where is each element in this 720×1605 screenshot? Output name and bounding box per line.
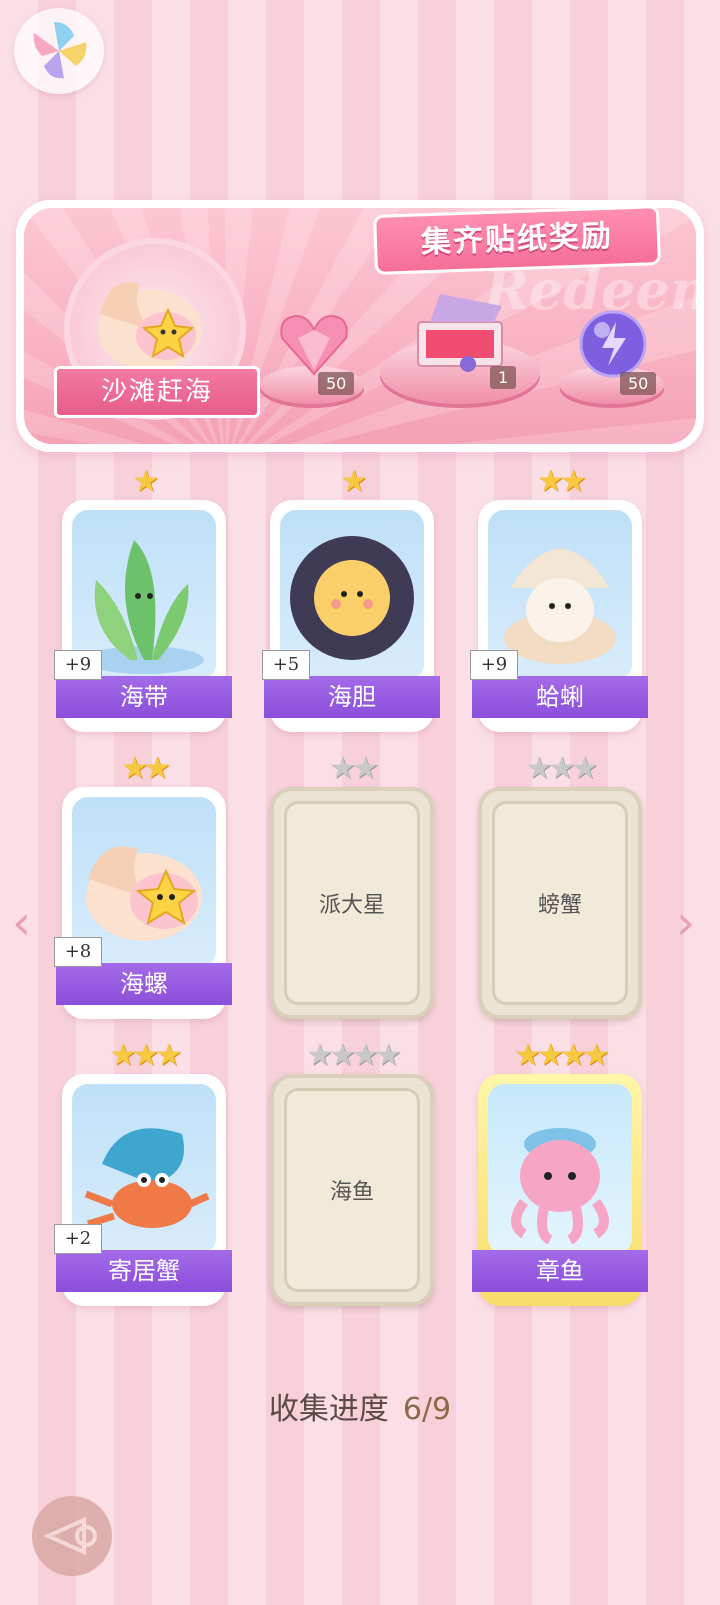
sticker-card[interactable]: ★★ 蛤蜊 +9 xyxy=(470,464,648,732)
rarity-stars: ★ xyxy=(62,464,226,500)
star-icon: ★ xyxy=(560,464,587,499)
locked-card-name: 海鱼 xyxy=(329,1180,374,1205)
progress-value: 6/9 xyxy=(402,1392,452,1427)
duplicate-count: +9 xyxy=(54,650,102,680)
card-name: 章鱼 xyxy=(472,1250,648,1292)
pinwheel-logo-icon xyxy=(33,22,87,79)
next-page-button[interactable]: › xyxy=(676,895,695,951)
star-icon: ★ xyxy=(121,751,148,786)
gift-box-icon[interactable] xyxy=(410,288,510,378)
reward-count: 50 xyxy=(620,372,657,395)
sticker-card[interactable]: ★★★ 寄居蟹 +2 xyxy=(54,1038,232,1306)
collection-progress: 收集进度 6/9 xyxy=(0,1384,720,1428)
banner-title: 集齐贴纸奖励 xyxy=(373,208,661,275)
app-logo[interactable] xyxy=(14,8,104,94)
sticker-card[interactable]: ★★★★ 海鱼 xyxy=(270,1038,434,1306)
sticker-card[interactable]: ★ 海带 +9 xyxy=(54,464,232,732)
duplicate-count: +8 xyxy=(54,937,102,967)
sticker-card[interactable]: ★ 海胆 +5 xyxy=(262,464,440,732)
star-icon: ★ xyxy=(132,464,160,499)
star-icon: ★ xyxy=(582,1038,610,1073)
progress-label: 收集进度 xyxy=(268,1392,389,1427)
duplicate-count: +9 xyxy=(470,650,518,680)
star-icon: ★ xyxy=(374,1038,402,1073)
rarity-stars: ★★★★ xyxy=(478,1038,642,1074)
star-icon: ★ xyxy=(306,1038,333,1073)
star-icon: ★ xyxy=(109,1038,137,1073)
rarity-stars: ★★ xyxy=(62,751,226,787)
card-name: 海螺 xyxy=(56,963,232,1005)
star-icon: ★ xyxy=(571,751,598,786)
card-name: 寄居蟹 xyxy=(56,1250,232,1292)
back-button[interactable] xyxy=(32,1496,112,1576)
rarity-stars: ★★★★ xyxy=(270,1038,434,1074)
card-name: 海带 xyxy=(56,676,232,718)
star-icon: ★ xyxy=(525,751,553,786)
duplicate-count: +5 xyxy=(262,650,310,680)
theme-label: 沙滩赶海 xyxy=(54,366,260,418)
locked-card-name: 派大星 xyxy=(318,893,385,918)
star-icon: ★ xyxy=(352,751,379,786)
duplicate-count: +2 xyxy=(54,1224,102,1254)
star-icon: ★ xyxy=(340,464,368,499)
rarity-stars: ★★★ xyxy=(478,751,642,787)
pink-heart-gem-icon[interactable] xyxy=(274,308,354,380)
sticker-card[interactable]: ★★★ 螃蟹 xyxy=(478,751,642,1019)
star-icon: ★ xyxy=(132,1038,160,1073)
card-name: 海胆 xyxy=(264,676,440,718)
octopus-icon xyxy=(488,1084,632,1254)
rarity-stars: ★ xyxy=(270,464,434,500)
rarity-stars: ★★ xyxy=(270,751,434,787)
redeem-banner: Redeem 沙滩赶海 集齐贴纸奖励 50 1 xyxy=(16,200,704,452)
star-icon: ★ xyxy=(144,751,171,786)
reward-count: 1 xyxy=(490,366,517,389)
star-icon: ★ xyxy=(537,1038,564,1073)
purple-energy-orb-icon[interactable] xyxy=(576,308,650,380)
sticker-card[interactable]: ★★ 派大星 xyxy=(270,751,434,1019)
star-icon: ★ xyxy=(329,1038,356,1073)
star-icon: ★ xyxy=(560,1038,587,1073)
rarity-stars: ★★★ xyxy=(62,1038,226,1074)
card-name: 蛤蜊 xyxy=(472,676,648,718)
back-arrow-icon xyxy=(43,1516,97,1556)
sticker-card[interactable]: ★★ 海螺 +8 xyxy=(54,751,232,1019)
star-icon: ★ xyxy=(537,464,564,499)
star-icon: ★ xyxy=(548,751,576,786)
sticker-card[interactable]: ★★★★ 章鱼 xyxy=(472,1038,648,1306)
prev-page-button[interactable]: ‹ xyxy=(12,895,31,951)
star-icon: ★ xyxy=(155,1038,182,1073)
locked-card-name: 螃蟹 xyxy=(537,893,582,918)
star-icon: ★ xyxy=(329,751,356,786)
star-icon: ★ xyxy=(514,1038,541,1073)
rarity-stars: ★★ xyxy=(478,464,642,500)
reward-count: 50 xyxy=(318,372,355,395)
star-icon: ★ xyxy=(352,1038,379,1073)
